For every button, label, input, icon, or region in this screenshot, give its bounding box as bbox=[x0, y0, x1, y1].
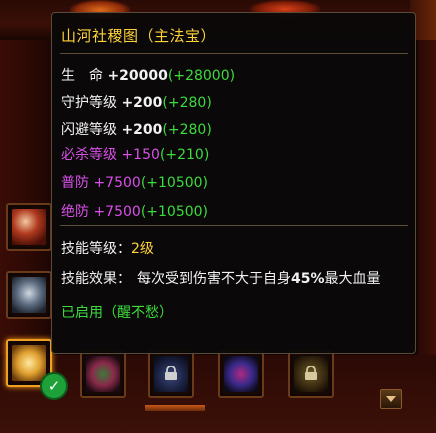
treasure-slot[interactable] bbox=[6, 203, 52, 251]
arrow-down-icon bbox=[386, 396, 396, 402]
stat-value: +200 bbox=[121, 95, 163, 111]
lock-icon bbox=[165, 366, 177, 380]
skill-effect-row: 技能效果： 每次受到伤害不大于自身45%最大血量 bbox=[61, 268, 381, 288]
skill-level-row: 技能等级：2级 bbox=[61, 238, 154, 258]
progress-ornament bbox=[145, 405, 205, 411]
treasure-slot-locked[interactable] bbox=[148, 350, 194, 398]
stat-bonus: (+210) bbox=[159, 147, 210, 163]
stat-row-crit: 必杀等级 +150(+210) bbox=[61, 144, 209, 164]
skill-effect-text-end: 最大血量 bbox=[324, 271, 381, 287]
umbrella-treasure-icon bbox=[12, 209, 46, 245]
stat-bonus: (+10500) bbox=[140, 204, 209, 220]
item-tooltip: 山河社稷图（主法宝） 生 命 +20000(+28000) 守护等级 +200(… bbox=[51, 12, 416, 354]
stat-value: +200 bbox=[121, 122, 163, 138]
stat-row-guard: 守护等级 +200(+280) bbox=[61, 92, 212, 112]
checkmark-icon: ✓ bbox=[40, 372, 68, 400]
tooltip-title: 山河社稷图（主法宝） bbox=[61, 27, 217, 45]
stat-label: 必杀等级 bbox=[61, 147, 117, 163]
stat-bonus: (+280) bbox=[162, 95, 212, 111]
skill-effect-percent: 45% bbox=[291, 271, 325, 287]
stat-row-normal-defense: 普防 +7500(+10500) bbox=[61, 172, 208, 192]
lock-icon bbox=[305, 366, 317, 380]
wing-treasure-icon bbox=[224, 356, 258, 392]
stat-value: +7500 bbox=[93, 175, 141, 191]
skill-effect-text: 每次受到伤害不大于自身 bbox=[137, 271, 291, 287]
stat-row-absolute-defense: 绝防 +7500(+10500) bbox=[61, 201, 208, 221]
scroll-treasure-icon bbox=[12, 345, 46, 381]
skill-effect-label: 技能效果： bbox=[61, 271, 131, 287]
activation-status: 已启用（醒不愁） bbox=[61, 305, 173, 321]
stat-value: +7500 bbox=[93, 204, 141, 220]
stat-bonus: (+10500) bbox=[140, 175, 209, 191]
stat-label: 绝防 bbox=[61, 204, 89, 220]
stat-bonus: (+280) bbox=[162, 122, 212, 138]
skill-level-label: 技能等级： bbox=[61, 241, 131, 257]
skill-level-value: 2级 bbox=[131, 241, 154, 257]
stat-label: 守护等级 bbox=[61, 95, 117, 111]
stat-label: 普防 bbox=[61, 175, 89, 191]
scroll-down-button[interactable] bbox=[380, 389, 402, 409]
stat-row-dodge: 闪避等级 +200(+280) bbox=[61, 119, 212, 139]
stat-label: 生 命 bbox=[61, 68, 103, 84]
stat-label: 闪避等级 bbox=[61, 122, 117, 138]
armor-treasure-icon bbox=[12, 277, 46, 313]
treasure-slot[interactable] bbox=[6, 271, 52, 319]
stat-value: +20000 bbox=[107, 68, 168, 84]
stat-value: +150 bbox=[121, 147, 160, 163]
divider bbox=[60, 53, 408, 54]
treasure-slot-locked[interactable] bbox=[288, 350, 334, 398]
stat-bonus: (+28000) bbox=[167, 68, 236, 84]
divider bbox=[60, 225, 408, 226]
treasure-slot[interactable] bbox=[80, 350, 126, 398]
stat-row-hp: 生 命 +20000(+28000) bbox=[61, 65, 235, 85]
treasure-slot[interactable] bbox=[218, 350, 264, 398]
dragon-treasure-icon bbox=[86, 356, 120, 392]
